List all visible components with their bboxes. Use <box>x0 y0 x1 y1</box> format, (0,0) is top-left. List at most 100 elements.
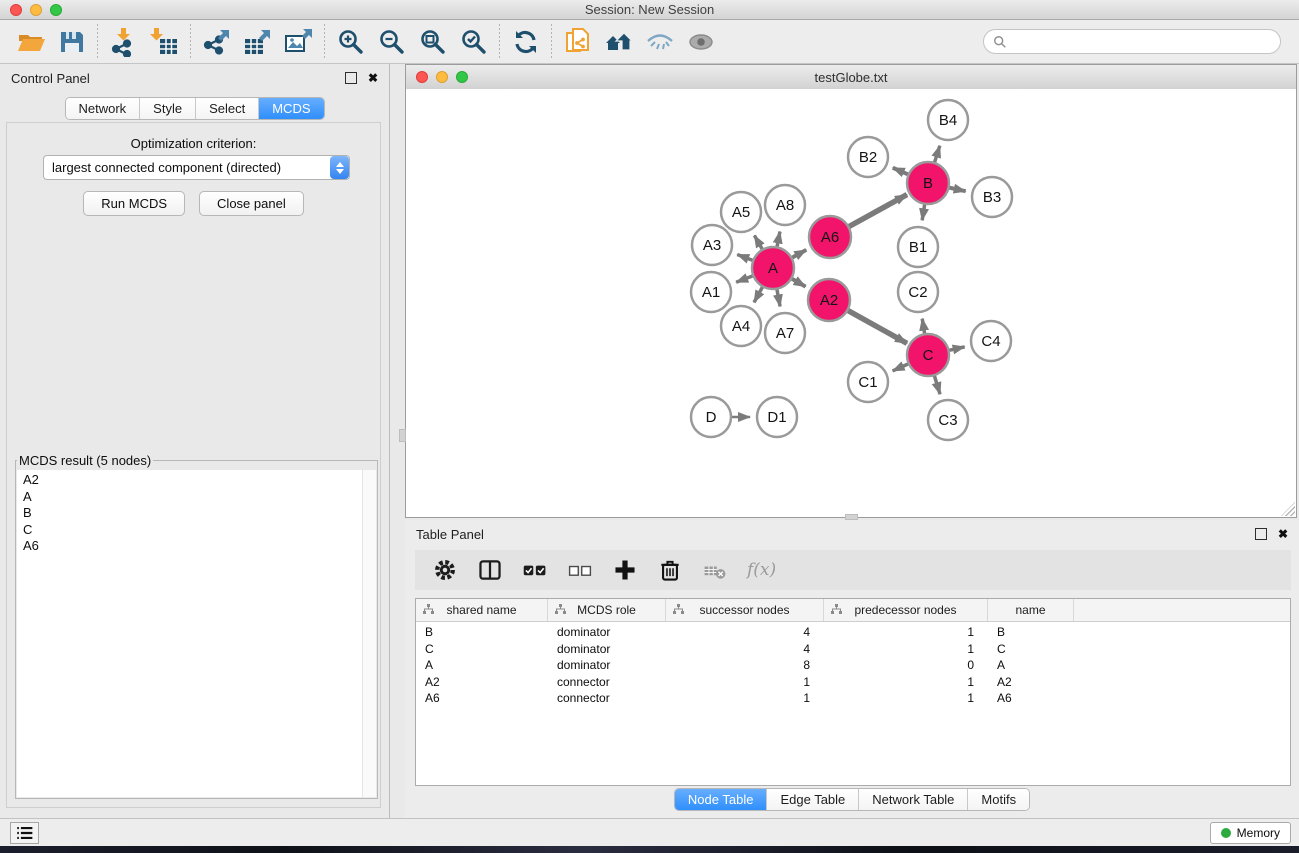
mcds-result-item[interactable]: A <box>23 489 376 506</box>
table-tab-motifs[interactable]: Motifs <box>968 789 1029 810</box>
show-panels-button[interactable] <box>10 822 39 844</box>
result-scrollbar[interactable] <box>362 470 376 797</box>
edge-C-C1[interactable] <box>893 364 909 371</box>
function-builder-button[interactable]: f(x) <box>747 560 776 580</box>
table-row[interactable]: Bdominator41B <box>416 624 1290 641</box>
cell-successor-nodes: 8 <box>666 658 824 672</box>
zoom-out-button[interactable] <box>371 23 412 61</box>
table-header-row: shared nameMCDS rolesuccessor nodesprede… <box>416 599 1290 622</box>
zoom-in-button[interactable] <box>330 23 371 61</box>
refresh-icon <box>511 27 541 57</box>
node-label-A3: A3 <box>703 237 721 254</box>
table-tab-network-table[interactable]: Network Table <box>859 789 968 810</box>
shared-column-icon <box>555 604 566 615</box>
table-row[interactable]: A6connector11A6 <box>416 690 1290 707</box>
cell-successor-nodes: 4 <box>666 625 824 639</box>
hide-panel-button[interactable] <box>639 23 680 61</box>
refresh-view-button[interactable] <box>505 23 546 61</box>
edge-A6-B[interactable] <box>848 195 907 227</box>
column-header-successor-nodes[interactable]: successor nodes <box>666 599 824 621</box>
open-session-button[interactable] <box>10 23 51 61</box>
zoom-fit-button[interactable] <box>412 23 453 61</box>
edge-A-A3[interactable] <box>737 255 753 261</box>
mcds-result-item[interactable]: C <box>23 522 376 539</box>
memory-label: Memory <box>1237 826 1280 840</box>
import-table-button[interactable] <box>144 23 185 61</box>
delete-column-button[interactable] <box>657 557 683 583</box>
edge-B-B3[interactable] <box>949 187 966 191</box>
edge-C-C2[interactable] <box>922 319 924 335</box>
edge-A-A5[interactable] <box>754 235 762 249</box>
home-layout-button[interactable] <box>598 23 639 61</box>
mcds-buttons-row: Run MCDS Close panel <box>7 191 380 216</box>
control-panel-float-button[interactable] <box>345 72 357 84</box>
column-header-predecessor-nodes[interactable]: predecessor nodes <box>824 599 988 621</box>
mcds-result-item[interactable]: B <box>23 505 376 522</box>
tab-style[interactable]: Style <box>140 98 196 119</box>
table-row[interactable]: A2connector11A2 <box>416 674 1290 691</box>
control-panel-title: Control Panel <box>11 71 90 86</box>
memory-button[interactable]: Memory <box>1210 822 1291 844</box>
close-panel-button[interactable]: Close panel <box>199 191 304 216</box>
tab-mcds[interactable]: MCDS <box>259 98 323 119</box>
export-image-button[interactable] <box>278 23 319 61</box>
cell-mcds-role: connector <box>548 675 666 689</box>
edge-C-C4[interactable] <box>948 347 964 351</box>
control-panel-close-button[interactable]: ✖ <box>368 73 378 83</box>
mcds-panel: Optimization criterion: largest connecte… <box>6 122 381 808</box>
table-tabs: Node TableEdge TableNetwork TableMotifs <box>674 788 1030 811</box>
run-mcds-button[interactable]: Run MCDS <box>83 191 185 216</box>
delete-table-button[interactable] <box>702 557 728 583</box>
edge-A-A4[interactable] <box>754 286 763 302</box>
split-divider-handle[interactable] <box>399 429 406 442</box>
edge-B-B1[interactable] <box>922 204 925 221</box>
node-label-D: D <box>706 409 717 426</box>
node-label-A5: A5 <box>732 204 750 221</box>
table-panel-title: Table Panel <box>416 527 484 542</box>
save-session-button[interactable] <box>51 23 92 61</box>
cell-shared-name: A6 <box>416 691 548 705</box>
table-panel-close-button[interactable]: ✖ <box>1278 529 1288 539</box>
cell-shared-name: A2 <box>416 675 548 689</box>
show-columns-button[interactable] <box>477 557 503 583</box>
import-network-button[interactable] <box>103 23 144 61</box>
table-row[interactable]: Adominator80A <box>416 657 1290 674</box>
edge-B-B4[interactable] <box>934 146 939 163</box>
edge-B-B2[interactable] <box>893 168 909 175</box>
table-tab-edge-table[interactable]: Edge Table <box>767 789 859 810</box>
search-input[interactable] <box>1013 33 1271 50</box>
table-options-button[interactable] <box>432 557 458 583</box>
edge-C-C3[interactable] <box>934 375 940 394</box>
tab-select[interactable]: Select <box>196 98 259 119</box>
add-column-button[interactable] <box>612 557 638 583</box>
network-canvas[interactable]: AA1A2A3A4A5A6A7A8BB1B2B3B4CC1C2C3C4DD1 <box>406 89 1296 517</box>
optimization-criterion-select[interactable]: largest connected component (directed) <box>43 155 350 180</box>
edge-A-A2[interactable] <box>791 278 805 286</box>
mcds-result-item[interactable]: A6 <box>23 538 376 555</box>
edge-A-A6[interactable] <box>791 250 806 258</box>
table-row[interactable]: Cdominator41C <box>416 641 1290 658</box>
cell-successor-nodes: 1 <box>666 675 824 689</box>
open-network-file-button[interactable] <box>557 23 598 61</box>
cell-mcds-role: dominator <box>548 642 666 656</box>
export-table-icon <box>243 27 273 57</box>
edge-A2-C[interactable] <box>847 310 907 343</box>
column-header-name[interactable]: name <box>988 599 1074 621</box>
edge-A-A7[interactable] <box>777 289 780 307</box>
column-header-mcds-role[interactable]: MCDS role <box>548 599 666 621</box>
show-panel-button[interactable] <box>680 23 721 61</box>
edge-A-A1[interactable] <box>736 276 753 283</box>
select-all-button[interactable] <box>522 557 548 583</box>
export-table-button[interactable] <box>237 23 278 61</box>
table-tab-node-table[interactable]: Node Table <box>675 789 768 810</box>
column-header-shared-name[interactable]: shared name <box>416 599 548 621</box>
export-network-button[interactable] <box>196 23 237 61</box>
shared-column-icon <box>423 604 434 615</box>
deselect-all-button[interactable] <box>567 557 593 583</box>
zoom-selected-button[interactable] <box>453 23 494 61</box>
mcds-result-item[interactable]: A2 <box>23 472 376 489</box>
table-panel-float-button[interactable] <box>1255 528 1267 540</box>
network-window-titlebar[interactable]: testGlobe.txt <box>406 65 1296 90</box>
tab-network[interactable]: Network <box>65 98 140 119</box>
edge-A-A8[interactable] <box>777 232 780 248</box>
